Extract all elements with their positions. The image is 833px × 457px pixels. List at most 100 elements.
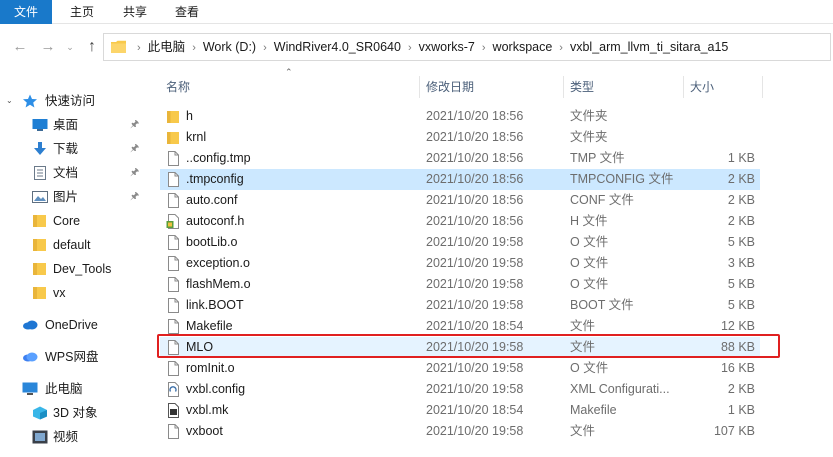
column-header-date[interactable]: 修改日期: [426, 74, 562, 100]
file-name: h: [186, 109, 193, 123]
navigation-pane: ⌄ 快速访问 桌面 🖈 下载 🖈 文档 🖈 图片 🖈 Core default …: [0, 80, 152, 457]
file-size: 1 KB: [727, 403, 755, 417]
file-row[interactable]: auto.conf 2021/10/20 18:56 CONF 文件 2 KB: [160, 190, 760, 211]
sidebar-item-dev-tools[interactable]: Dev_Tools: [0, 258, 152, 280]
sidebar-item-desktop[interactable]: 桌面 🖈: [0, 114, 152, 136]
file-row[interactable]: ..config.tmp 2021/10/20 18:56 TMP 文件 1 KB: [160, 148, 760, 169]
column-header-name[interactable]: 名称: [166, 74, 416, 100]
tab-view[interactable]: 查看: [165, 0, 209, 24]
file-date: 2021/10/20 19:58: [426, 361, 524, 375]
file-name: .tmpconfig: [186, 172, 244, 186]
video-icon: [32, 430, 48, 444]
breadcrumb-item[interactable]: WindRiver4.0_SR0640: [274, 34, 401, 60]
breadcrumb: › 此电脑 › Work (D:) › WindRiver4.0_SR0640 › vxwor…: [130, 34, 728, 60]
document-icon: [34, 166, 46, 180]
file-type: 文件夹: [570, 130, 608, 144]
file-name: bootLib.o: [186, 235, 238, 249]
sidebar-item-label: 视频: [53, 430, 79, 444]
file-type: BOOT 文件: [570, 298, 634, 312]
file-row[interactable]: vxbl.config 2021/10/20 19:58 XML Configura…: [160, 379, 760, 400]
column-header-type[interactable]: 类型: [570, 74, 680, 100]
sidebar-item-label: OneDrive: [45, 318, 98, 332]
file-date: 2021/10/20 19:58: [426, 424, 524, 438]
column-divider[interactable]: [563, 76, 564, 98]
file-type: O 文件: [570, 361, 609, 375]
address-bar[interactable]: › 此电脑 › Work (D:) › WindRiver4.0_SR0640 › vxwor…: [103, 33, 831, 61]
pin-icon[interactable]: 🖈: [130, 162, 139, 184]
sidebar-item-videos[interactable]: 视频: [0, 426, 152, 448]
file-row[interactable]: vxbl.mk 2021/10/20 18:54 Makefile 1 KB: [160, 400, 760, 421]
arrow-left-icon: ←: [12, 38, 28, 55]
folder-icon: [33, 239, 46, 251]
file-name: ..config.tmp: [186, 151, 251, 165]
breadcrumb-item[interactable]: 此电脑: [148, 34, 186, 60]
file-name: krnl: [186, 130, 207, 144]
sidebar-item-vx[interactable]: vx: [0, 282, 152, 304]
file-row[interactable]: .tmpconfig 2021/10/20 18:56 TMPCONFIG 文件 2 …: [160, 169, 760, 190]
chevron-right-icon: ›: [407, 42, 412, 54]
computer-icon: [22, 382, 38, 395]
sidebar-item-label: 桌面: [53, 118, 79, 132]
chevron-right-icon: ›: [192, 42, 196, 54]
file-row[interactable]: vxboot 2021/10/20 19:58 文件 107 KB: [160, 421, 760, 442]
sidebar-item-onedrive[interactable]: OneDrive: [0, 314, 152, 336]
sidebar-item-label: 此电脑: [45, 382, 83, 396]
pin-icon[interactable]: 🖈: [130, 186, 139, 208]
folder-icon: [33, 215, 46, 227]
chevron-down-icon: ⌄: [6, 96, 13, 105]
wps-cloud-icon: [23, 352, 38, 362]
file-name: flashMem.o: [186, 277, 251, 291]
file-row[interactable]: romInit.o 2021/10/20 19:58 O 文件 16 KB: [160, 358, 760, 379]
file-size: 1 KB: [727, 151, 755, 165]
file-row[interactable]: flashMem.o 2021/10/20 19:58 O 文件 5 KB: [160, 274, 760, 295]
sidebar-item-this-pc[interactable]: 此电脑: [0, 378, 152, 400]
tab-home[interactable]: 主页: [60, 0, 104, 24]
file-date: 2021/10/20 18:56: [426, 151, 524, 165]
file-type: 文件: [570, 424, 596, 438]
sidebar-item-label: default: [53, 238, 91, 252]
folder-row[interactable]: krnl 2021/10/20 18:56 文件夹: [160, 127, 760, 148]
sidebar-item-label: 下载: [53, 142, 79, 156]
file-name: romInit.o: [186, 361, 235, 375]
file-type: H 文件: [570, 214, 608, 228]
file-date: 2021/10/20 18:56: [426, 172, 524, 186]
column-divider[interactable]: [683, 76, 684, 98]
file-size: 2 KB: [727, 172, 755, 186]
chevron-right-icon: ›: [559, 42, 563, 54]
recent-locations-button[interactable]: ⌄: [60, 37, 80, 57]
breadcrumb-item[interactable]: workspace: [493, 34, 553, 60]
file-row[interactable]: autoconf.h 2021/10/20 18:56 H 文件 2 KB: [160, 211, 760, 232]
column-divider[interactable]: [762, 76, 763, 98]
breadcrumb-item[interactable]: vxbl_arm_llvm_ti_sitara_a15: [570, 34, 728, 60]
tab-file[interactable]: 文件: [0, 0, 52, 24]
sidebar-item-quick-access[interactable]: ⌄ 快速访问: [0, 90, 152, 112]
sidebar-item-documents[interactable]: 文档 🖈: [0, 162, 152, 184]
file-row[interactable]: bootLib.o 2021/10/20 19:58 O 文件 5 KB: [160, 232, 760, 253]
tab-share[interactable]: 共享: [113, 0, 157, 24]
file-date: 2021/10/20 19:58: [426, 256, 524, 270]
up-button[interactable]: ↑: [82, 37, 102, 57]
forward-button[interactable]: →: [38, 37, 58, 57]
breadcrumb-item[interactable]: vxworks-7: [419, 34, 475, 60]
sidebar-item-label: 快速访问: [45, 94, 96, 108]
file-date: 2021/10/20 18:56: [426, 130, 524, 144]
sidebar-item-core[interactable]: Core: [0, 210, 152, 232]
sidebar-item-pictures[interactable]: 图片 🖈: [0, 186, 152, 208]
breadcrumb-item[interactable]: Work (D:): [203, 34, 256, 60]
file-name: exception.o: [186, 256, 250, 270]
file-row[interactable]: exception.o 2021/10/20 19:58 O 文件 3 KB: [160, 253, 760, 274]
column-divider[interactable]: [419, 76, 420, 98]
back-button[interactable]: ←: [10, 37, 30, 57]
sidebar-item-wps-cloud[interactable]: WPS网盘: [0, 346, 152, 368]
file-date: 2021/10/20 18:54: [426, 403, 524, 417]
sidebar-item-default[interactable]: default: [0, 234, 152, 256]
column-header-size[interactable]: 大小: [690, 74, 760, 100]
file-size: 2 KB: [727, 382, 755, 396]
sidebar-item-downloads[interactable]: 下载 🖈: [0, 138, 152, 160]
sidebar-item-3d-objects[interactable]: 3D 对象: [0, 402, 152, 424]
cloud-icon: [23, 320, 38, 330]
file-row[interactable]: link.BOOT 2021/10/20 19:58 BOOT 文件 5 KB: [160, 295, 760, 316]
pin-icon[interactable]: 🖈: [130, 138, 139, 160]
pin-icon[interactable]: 🖈: [130, 114, 139, 136]
folder-row[interactable]: h 2021/10/20 18:56 文件夹: [160, 106, 760, 127]
